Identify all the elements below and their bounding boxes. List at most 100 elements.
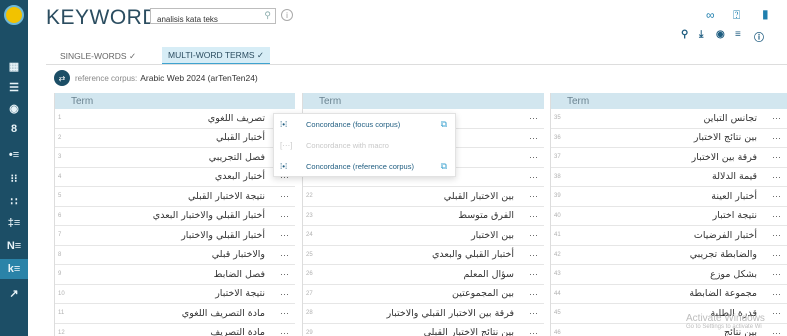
- term-text[interactable]: فصل التجريبي: [209, 152, 265, 163]
- term-text[interactable]: بشكل موزع: [710, 269, 757, 280]
- table-row[interactable]: 2أختبار القبلي···: [55, 129, 295, 148]
- link-chain-icon[interactable]: 8: [0, 119, 28, 139]
- table-row[interactable]: 40 نتيجة اختبار ···: [551, 207, 787, 226]
- term-text[interactable]: فرقة بين الاختبار القبلي والاختبار: [387, 308, 514, 319]
- term-text[interactable]: أختبار القبلي والبعدي: [432, 249, 514, 260]
- table-row[interactable]: 7 أختبار القبلي والاختبار ···: [55, 226, 295, 246]
- table-row[interactable]: 12 مادة التصريف ···: [55, 324, 295, 336]
- term-text[interactable]: بين الاختبار: [471, 230, 514, 241]
- term-text[interactable]: نتيجة الاختبار: [215, 288, 265, 299]
- link-icon[interactable]: ∞: [706, 8, 715, 22]
- wordsketch-icon[interactable]: ⁝⁝: [0, 168, 28, 188]
- term-text[interactable]: نتيجة الاختبار القبلي: [188, 191, 265, 202]
- table-row[interactable]: 11 مادة التصريف اللغوي ···: [55, 304, 295, 324]
- dashboard-icon[interactable]: ▦: [0, 56, 28, 76]
- row-menu-icon[interactable]: ···: [529, 152, 538, 162]
- row-menu-icon[interactable]: ···: [772, 289, 781, 299]
- table-row[interactable]: 35 تجانس التباين ···: [551, 109, 787, 129]
- term-text[interactable]: أختبار القبلي والاختبار البعدي: [153, 210, 265, 221]
- table-row[interactable]: 1تصريف اللغوي···: [55, 109, 295, 129]
- table-row[interactable]: 43 بشكل موزع ···: [551, 265, 787, 285]
- row-menu-icon[interactable]: ···: [529, 133, 538, 143]
- target-icon[interactable]: ◉: [0, 98, 28, 118]
- visibility-icon[interactable]: ◉: [716, 29, 725, 40]
- term-text[interactable]: تجانس التباين: [704, 113, 757, 124]
- ne-icon[interactable]: N≡: [0, 236, 28, 256]
- filter-icon[interactable]: ≡: [735, 29, 741, 40]
- term-text[interactable]: بين الاختبار القبلي: [444, 191, 514, 202]
- table-row[interactable]: 23 الفرق متوسط ···: [303, 207, 544, 226]
- comment-icon[interactable]: ▮: [762, 7, 769, 21]
- row-menu-icon[interactable]: ···: [529, 250, 538, 260]
- search-box[interactable]: ⚲: [150, 8, 276, 27]
- term-column-header[interactable]: Term: [303, 93, 544, 109]
- help-icon[interactable]: ⍰: [733, 8, 740, 23]
- term-text[interactable]: أختبار الفرضيات: [694, 230, 757, 241]
- term-text[interactable]: مادة التصريف اللغوي: [182, 308, 265, 319]
- row-menu-icon[interactable]: ···: [529, 172, 538, 182]
- row-menu-icon[interactable]: ···: [280, 191, 289, 201]
- concordance-icon[interactable]: •≡: [0, 145, 28, 165]
- term-text[interactable]: أختبار البعدي: [215, 171, 265, 182]
- row-menu-icon[interactable]: ···: [772, 133, 781, 143]
- table-row[interactable]: 37 فرقة بين الاختبار ···: [551, 148, 787, 168]
- table-row[interactable]: 41 أختبار الفرضيات ···: [551, 226, 787, 246]
- term-text[interactable]: مجموعة الضابطة: [689, 288, 757, 299]
- row-menu-icon[interactable]: ···: [529, 230, 538, 240]
- swap-corpus-icon[interactable]: ⇄: [54, 70, 70, 86]
- tab-single-words[interactable]: SINGLE-WORDS ✓: [54, 47, 142, 65]
- table-row[interactable]: 39 أختبار العينة ···: [551, 187, 787, 207]
- row-menu-icon[interactable]: ···: [280, 308, 289, 318]
- table-row[interactable]: 24 بين الاختبار ···: [303, 226, 544, 246]
- app-logo[interactable]: [4, 5, 24, 25]
- table-row[interactable]: 4أختبار البعدي···: [55, 168, 295, 187]
- term-text[interactable]: بين المجموعتين: [452, 288, 514, 299]
- term-text[interactable]: بين نتائج الاختبار القبلي: [424, 327, 514, 336]
- row-menu-icon[interactable]: ···: [529, 308, 538, 318]
- trends-icon[interactable]: ↗: [0, 283, 28, 303]
- row-menu-icon[interactable]: ···: [529, 289, 538, 299]
- row-menu-icon[interactable]: ···: [529, 113, 538, 123]
- term-column-header[interactable]: Term: [55, 93, 295, 109]
- tab-multi-word-terms[interactable]: MULTI-WORD TERMS ✓: [162, 47, 271, 65]
- term-text[interactable]: سؤال المعلم: [463, 269, 514, 280]
- info-tool-icon[interactable]: ⓘ: [754, 29, 764, 44]
- keywords-icon[interactable]: k≡: [0, 259, 28, 279]
- list-icon[interactable]: ☰: [0, 77, 28, 97]
- grid-dots-icon[interactable]: ∷: [0, 191, 28, 211]
- open-new-icon[interactable]: ⧉: [441, 161, 447, 172]
- table-row[interactable]: 42 والضابطة تجريبي ···: [551, 246, 787, 265]
- concordance-reference-item[interactable]: ⁞•⁞ Concordance (reference corpus) ⧉: [274, 156, 455, 177]
- row-menu-icon[interactable]: ···: [280, 289, 289, 299]
- info-icon[interactable]: i: [281, 9, 293, 21]
- table-row[interactable]: 44 مجموعة الضابطة ···: [551, 285, 787, 304]
- term-text[interactable]: أختبار القبلي والاختبار: [181, 230, 265, 241]
- row-menu-icon[interactable]: ···: [772, 172, 781, 182]
- table-row[interactable]: 28 فرقة بين الاختبار القبلي والاختبار ···: [303, 304, 544, 324]
- row-menu-icon[interactable]: ···: [529, 191, 538, 201]
- term-text[interactable]: تصريف اللغوي: [208, 113, 265, 124]
- row-menu-icon[interactable]: ···: [772, 113, 781, 123]
- row-menu-icon[interactable]: ···: [772, 230, 781, 240]
- search-tool-icon[interactable]: ⚲: [681, 29, 688, 40]
- row-menu-icon[interactable]: ···: [772, 328, 781, 336]
- table-row[interactable]: 8 والاختبار قبلي ···: [55, 246, 295, 265]
- table-row[interactable]: 22 بين الاختبار القبلي ···: [303, 187, 544, 207]
- row-menu-icon[interactable]: ···: [772, 191, 781, 201]
- table-row[interactable]: 36 بين نتائج الاختبار ···: [551, 129, 787, 148]
- term-text[interactable]: قيمة الدلالة: [712, 171, 757, 182]
- row-menu-icon[interactable]: ···: [529, 269, 538, 279]
- term-text[interactable]: أختبار العينة: [711, 191, 757, 202]
- term-column-header[interactable]: Term: [551, 93, 787, 109]
- row-menu-icon[interactable]: ···: [280, 269, 289, 279]
- table-row[interactable]: 29 بين نتائج الاختبار القبلي ···: [303, 324, 544, 336]
- term-text[interactable]: نتيجة اختبار: [713, 210, 757, 221]
- open-new-icon[interactable]: ⧉: [441, 119, 447, 130]
- concordance-focus-item[interactable]: ⁞•⁞ Concordance (focus corpus) ⧉: [274, 114, 455, 135]
- table-row[interactable]: 5 نتيجة الاختبار القبلي ···: [55, 187, 295, 207]
- row-menu-icon[interactable]: ···: [772, 308, 781, 318]
- term-text[interactable]: أختبار القبلي: [216, 132, 265, 143]
- row-menu-icon[interactable]: ···: [772, 211, 781, 221]
- row-menu-icon[interactable]: ···: [280, 328, 289, 336]
- table-row[interactable]: 9 فصل الضابط ···: [55, 265, 295, 285]
